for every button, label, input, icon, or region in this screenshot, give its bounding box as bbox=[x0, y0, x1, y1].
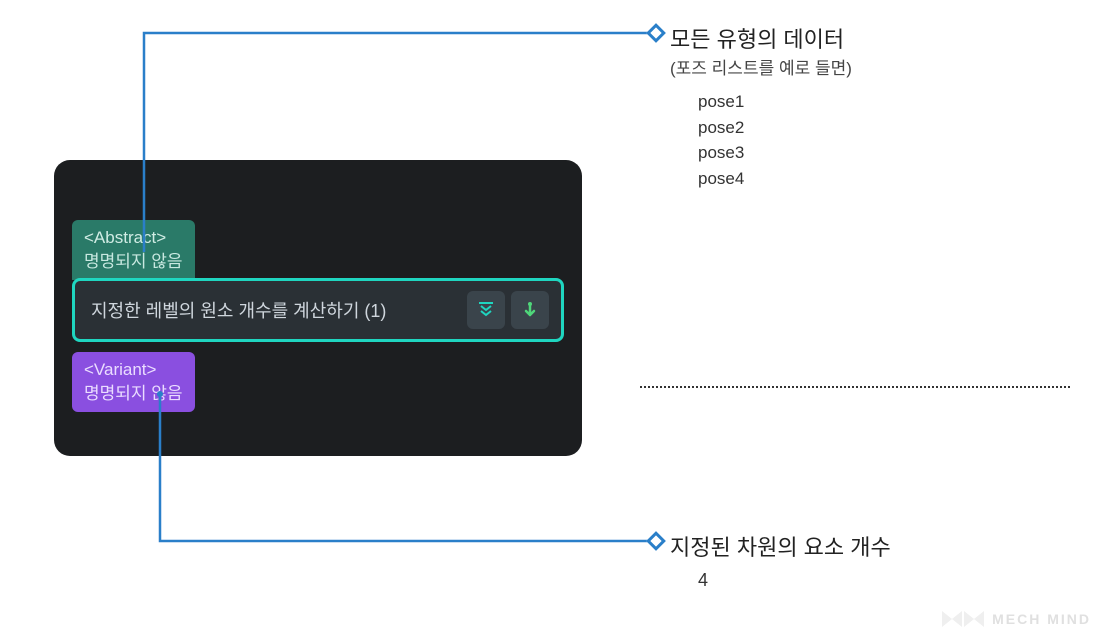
variant-port: <Variant> 명명되지 않음 bbox=[72, 352, 195, 412]
arrow-down-icon bbox=[521, 301, 539, 319]
download-button[interactable] bbox=[511, 291, 549, 329]
callout-data-types: 모든 유형의 데이터 (포즈 리스트를 예로 들면) pose1 pose2 p… bbox=[670, 22, 852, 191]
operation-label: 지정한 레벨의 원소 개수를 계산하기 (1) bbox=[91, 297, 461, 323]
watermark: MECH MIND bbox=[940, 607, 1091, 631]
expand-all-button[interactable] bbox=[467, 291, 505, 329]
diamond-marker bbox=[646, 531, 666, 551]
list-item: pose2 bbox=[698, 115, 852, 141]
dotted-divider bbox=[640, 386, 1070, 388]
callout-top-title: 모든 유형의 데이터 bbox=[670, 22, 852, 54]
selected-operation-row[interactable]: 지정한 레벨의 원소 개수를 계산하기 (1) bbox=[72, 278, 564, 342]
abstract-name: 명명되지 않음 bbox=[84, 250, 183, 274]
list-item: pose4 bbox=[698, 166, 852, 192]
list-item: pose3 bbox=[698, 140, 852, 166]
logo-icon bbox=[940, 607, 986, 631]
abstract-port: <Abstract> 명명되지 않음 bbox=[72, 220, 195, 280]
callout-element-count: 지정된 차원의 요소 개수 4 bbox=[670, 530, 891, 591]
callout-bottom-title: 지정된 차원의 요소 개수 bbox=[670, 530, 891, 562]
watermark-text: MECH MIND bbox=[992, 611, 1091, 627]
callout-top-list: pose1 pose2 pose3 pose4 bbox=[698, 89, 852, 191]
diamond-marker bbox=[646, 23, 666, 43]
callout-bottom-value: 4 bbox=[698, 570, 891, 591]
variant-type-label: <Variant> bbox=[84, 358, 183, 382]
triple-chevron-down-icon bbox=[476, 300, 496, 320]
callout-top-subtitle: (포즈 리스트를 예로 들면) bbox=[670, 54, 852, 79]
abstract-type-label: <Abstract> bbox=[84, 226, 183, 250]
variant-name: 명명되지 않음 bbox=[84, 382, 183, 406]
list-item: pose1 bbox=[698, 89, 852, 115]
node-panel: <Abstract> 명명되지 않음 지정한 레벨의 원소 개수를 계산하기 (… bbox=[54, 160, 582, 456]
